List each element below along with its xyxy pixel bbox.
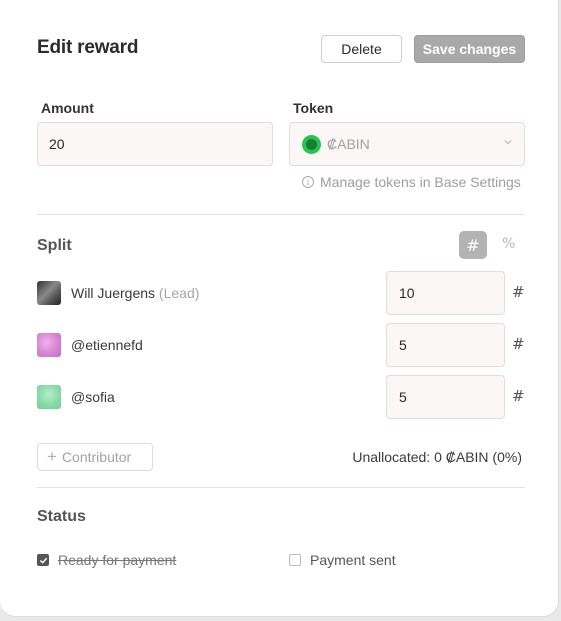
info-icon: i (302, 176, 314, 188)
member-row: @sofia 5 # (37, 375, 527, 419)
manage-tokens-text: Manage tokens in Base Settings (320, 174, 521, 190)
split-mode-percent-button[interactable]: % (502, 236, 515, 252)
member-row: @etiennefd 5 # (37, 323, 527, 367)
status-title: Status (37, 508, 86, 525)
chevron-down-icon (504, 140, 512, 145)
payment-sent-label: Payment sent (310, 552, 396, 568)
add-contributor-button[interactable]: + Contributor (37, 443, 153, 471)
ready-for-payment-label: Ready for payment (58, 552, 177, 568)
share-unit-icon: # (512, 387, 525, 405)
plus-icon: + (47, 447, 57, 466)
share-input[interactable]: 5 (386, 323, 505, 367)
manage-tokens-link[interactable]: i Manage tokens in Base Settings (302, 174, 521, 190)
member-row: Will Juergens (Lead) 10 # (37, 271, 527, 315)
member-role: (Lead) (158, 285, 200, 301)
payment-sent-checkbox[interactable]: Payment sent (289, 552, 396, 568)
save-changes-button[interactable]: Save changes (414, 35, 525, 63)
avatar (37, 385, 61, 409)
member-name: @etiennefd (71, 337, 143, 353)
checkbox-icon (289, 554, 301, 566)
share-unit-icon: # (512, 283, 525, 301)
modal-title: Edit reward (37, 37, 139, 58)
token-coin-icon (302, 134, 321, 154)
ready-for-payment-checkbox[interactable]: Ready for payment (37, 552, 176, 568)
split-mode-number-button[interactable]: # (459, 231, 487, 259)
amount-value: 20 (49, 136, 65, 152)
delete-button[interactable]: Delete (321, 35, 402, 63)
avatar (37, 281, 61, 305)
member-name: @sofia (71, 389, 115, 405)
amount-input[interactable]: 20 (37, 122, 273, 166)
edit-reward-modal: Edit reward Delete Save changes Amount T… (0, 0, 559, 617)
split-title: Split (37, 237, 72, 254)
avatar (37, 333, 61, 357)
unallocated-summary: Unallocated: 0 ₡ABIN (0%) (352, 449, 522, 465)
share-input[interactable]: 10 (386, 271, 505, 315)
amount-label: Amount (41, 100, 94, 116)
share-unit-icon: # (512, 335, 525, 353)
divider (37, 487, 525, 488)
share-input[interactable]: 5 (386, 375, 505, 419)
divider (37, 214, 525, 215)
token-label: Token (293, 100, 334, 116)
token-value: ₡ABIN (327, 136, 370, 152)
token-select[interactable]: ₡ABIN (289, 122, 525, 166)
member-name: Will Juergens (Lead) (71, 285, 200, 301)
checkbox-checked-icon (37, 554, 49, 566)
